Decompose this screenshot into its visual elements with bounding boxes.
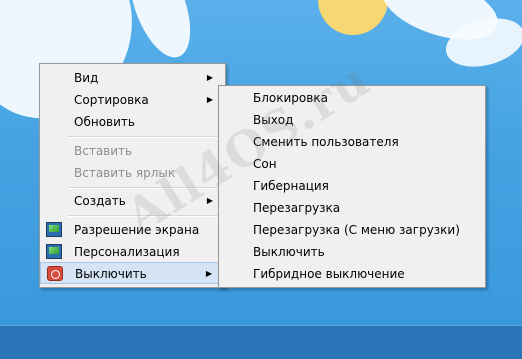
menu-item-sort[interactable]: Сортировка ▶ [40,89,225,111]
submenu-item-lock[interactable]: Блокировка [219,87,485,109]
taskbar[interactable] [0,325,522,359]
submenu-arrow-icon: ▶ [205,269,212,278]
menu-item-label: Создать [74,194,126,208]
menu-item-new[interactable]: Создать ▶ [40,190,225,212]
menu-item-paste: Вставить [40,140,225,162]
menu-item-label: Выключить [75,267,147,281]
submenu-item-label: Сон [253,157,277,171]
submenu-item-sign-out[interactable]: Выход [219,109,485,131]
menu-item-label: Обновить [74,115,135,129]
menu-item-label: Сортировка [74,93,149,107]
wallpaper-flower-center [318,0,388,35]
menu-item-label: Персонализация [74,245,180,259]
power-icon [47,266,63,281]
menu-separator [68,215,223,217]
submenu-arrow-icon: ▶ [206,95,213,104]
personalization-icon [46,244,62,259]
submenu-item-restart-boot-menu[interactable]: Перезагрузка (С меню загрузки) [219,219,485,241]
submenu-item-label: Гибернация [253,179,329,193]
submenu-item-label: Блокировка [253,91,328,105]
menu-item-paste-shortcut: Вставить ярлык [40,162,225,184]
display-resolution-icon [46,222,62,237]
submenu-item-label: Перезагрузка [253,201,341,215]
submenu-item-hybrid-shutdown[interactable]: Гибридное выключение [219,263,485,285]
submenu-item-switch-user[interactable]: Сменить пользователя [219,131,485,153]
submenu-item-label: Гибридное выключение [253,267,405,281]
menu-item-view[interactable]: Вид ▶ [40,67,225,89]
submenu-item-label: Перезагрузка (С меню загрузки) [253,223,460,237]
menu-item-shutdown[interactable]: Выключить ▶ [40,262,225,284]
submenu-item-hibernate[interactable]: Гибернация [219,175,485,197]
menu-item-label: Вставить [74,144,133,158]
shutdown-submenu: Блокировка Выход Сменить пользователя Со… [218,85,486,288]
menu-separator [68,187,223,189]
menu-item-label: Разрешение экрана [74,223,200,237]
menu-item-label: Вид [74,71,99,85]
submenu-item-sleep[interactable]: Сон [219,153,485,175]
submenu-item-shut-down[interactable]: Выключить [219,241,485,263]
submenu-arrow-icon: ▶ [206,196,213,205]
desktop-context-menu: Вид ▶ Сортировка ▶ Обновить Вставить Вст… [39,63,226,288]
menu-item-screen-resolution[interactable]: Разрешение экрана [40,219,225,241]
menu-item-refresh[interactable]: Обновить [40,111,225,133]
submenu-item-label: Сменить пользователя [253,135,399,149]
submenu-item-label: Выход [253,113,294,127]
submenu-item-label: Выключить [253,245,325,259]
menu-item-personalization[interactable]: Персонализация [40,241,225,263]
submenu-item-restart[interactable]: Перезагрузка [219,197,485,219]
menu-item-label: Вставить ярлык [74,166,176,180]
submenu-arrow-icon: ▶ [206,73,213,82]
menu-separator [68,136,223,138]
